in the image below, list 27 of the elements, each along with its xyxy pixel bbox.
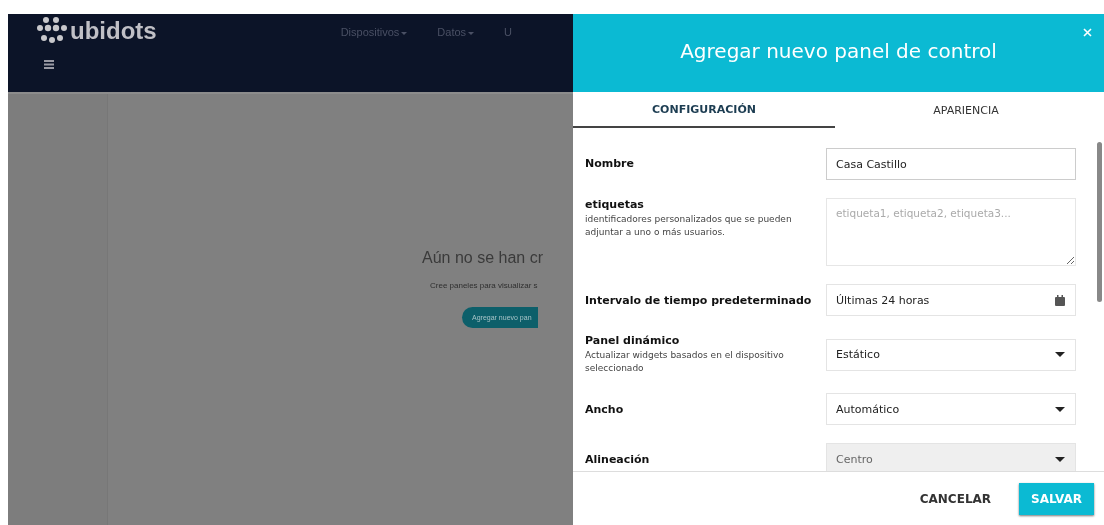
empty-state-title: Aún no se han cr (422, 249, 543, 267)
field-label: Panel dinámico (585, 334, 681, 347)
panel-title: Agregar nuevo panel de control (680, 39, 997, 63)
cancel-button[interactable]: CANCELAR (913, 490, 998, 507)
caret-icon (1055, 456, 1065, 462)
empty-state-text: Cree paneles para visualizar s (430, 281, 538, 290)
close-icon (1083, 28, 1092, 37)
date-range-field[interactable]: Últimas 24 horas (826, 284, 1076, 316)
dropdown[interactable]: Estático (826, 338, 1076, 371)
field-label: Intervalo de tiempo predeterminado (585, 293, 813, 307)
field-label: Ancho (585, 402, 625, 416)
calendar-icon (1055, 294, 1065, 306)
logo-text: ubidots (70, 17, 157, 45)
dropdown[interactable]: Automático (826, 393, 1076, 425)
field-help: Actualizar widgets basados en el dispositivo seleccionado (585, 349, 785, 375)
field-label: Nombre (585, 157, 635, 170)
tags-field[interactable]: etiqueta1, etiqueta2, etiqueta3... (826, 198, 1076, 266)
caret-icon (1055, 406, 1065, 412)
tab[interactable]: CONFIGURACIÓN (573, 92, 835, 128)
dots-logo-icon (36, 16, 68, 46)
field-label: etiquetas (585, 198, 645, 211)
field-help: identificadores personalizados que se pueden adjuntar a uno o más usuarios. (585, 213, 793, 239)
field-label: Alineación (585, 452, 651, 466)
menu-icon (44, 60, 54, 69)
text-field[interactable]: Casa Castillo (826, 148, 1076, 180)
tab[interactable]: APARIENCIA (835, 92, 1097, 128)
caret-icon (1055, 352, 1065, 357)
